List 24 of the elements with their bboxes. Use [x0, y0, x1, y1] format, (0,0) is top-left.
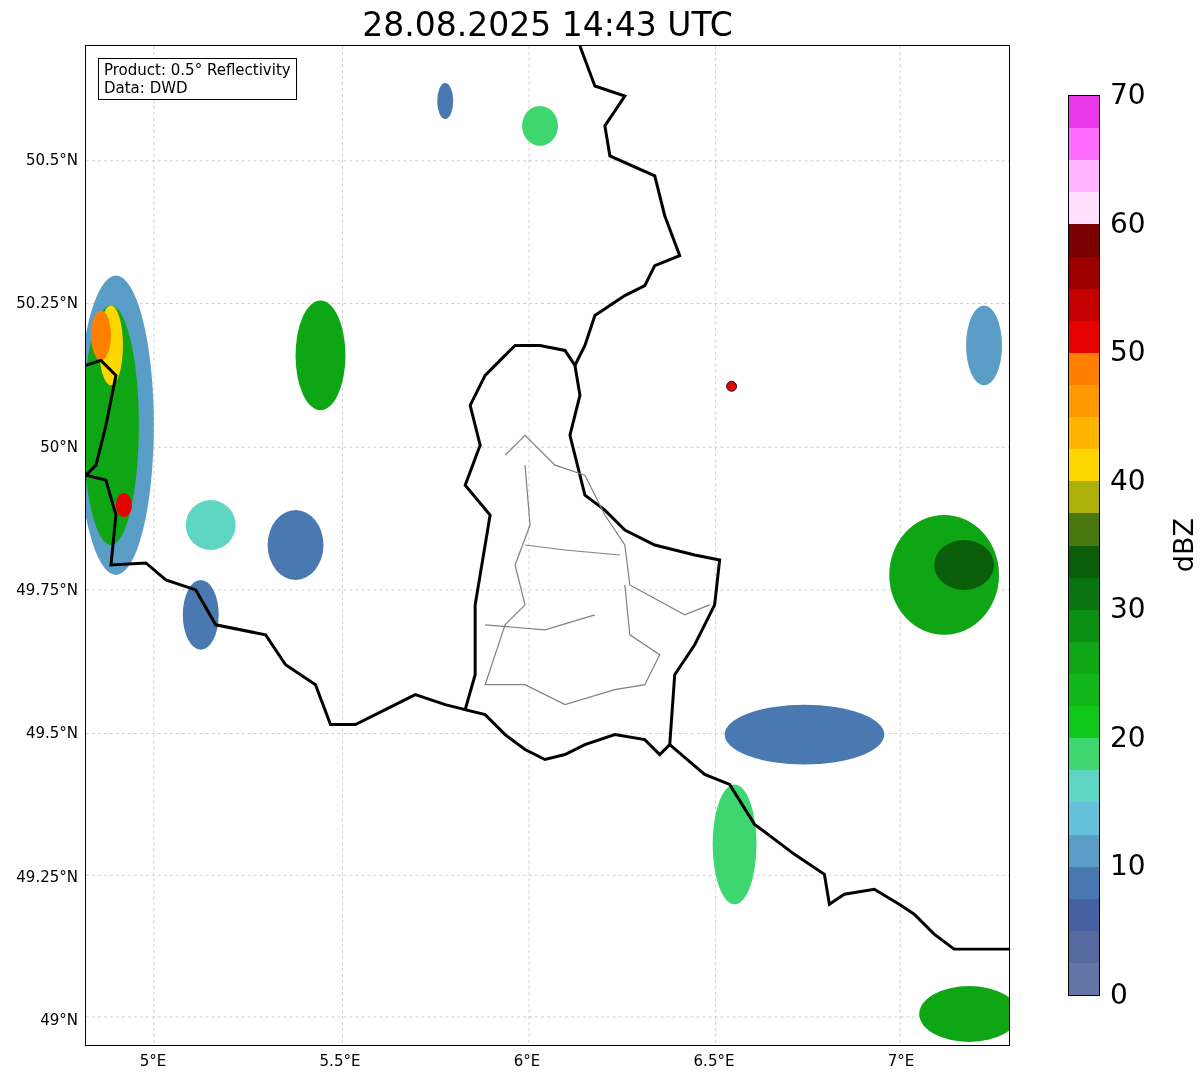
longitude-label: 7°E [887, 1052, 915, 1070]
longitude-label: 6°E [513, 1052, 541, 1070]
longitude-label: 5°E [139, 1052, 167, 1070]
colorbar-label: 50 [1110, 337, 1146, 368]
colorbar-label: 60 [1110, 208, 1146, 239]
colorbar-label: 30 [1110, 594, 1146, 625]
latitude-label: 49.75°N [16, 580, 78, 599]
latitude-label: 50.5°N [25, 151, 78, 169]
latitude-label: 49°N [40, 1010, 78, 1029]
colorbar-label: 40 [1110, 465, 1146, 496]
colorbar-label: 10 [1110, 851, 1146, 882]
colorbar-label: 20 [1110, 722, 1146, 753]
latitude-label: 49.25°N [16, 867, 78, 886]
longitude-label: 6.5°E [693, 1052, 735, 1070]
latitude-label: 50°N [40, 437, 78, 456]
info-text: Data: DWD [104, 79, 189, 97]
latitude-label: 50.25°N [16, 294, 78, 313]
longitude-label: 5.5°E [319, 1052, 361, 1070]
colorbar-label: 0 [1110, 980, 1128, 1010]
info-text: Product: 0.5° Reflectivity [104, 61, 291, 79]
colorbar-label: 70 [1110, 80, 1146, 110]
colorbar-title: dBZ [1168, 518, 1199, 573]
latitude-label: 49.5°N [25, 724, 78, 743]
chart-title: 28.08.2025 14:43 UTC [361, 4, 734, 45]
